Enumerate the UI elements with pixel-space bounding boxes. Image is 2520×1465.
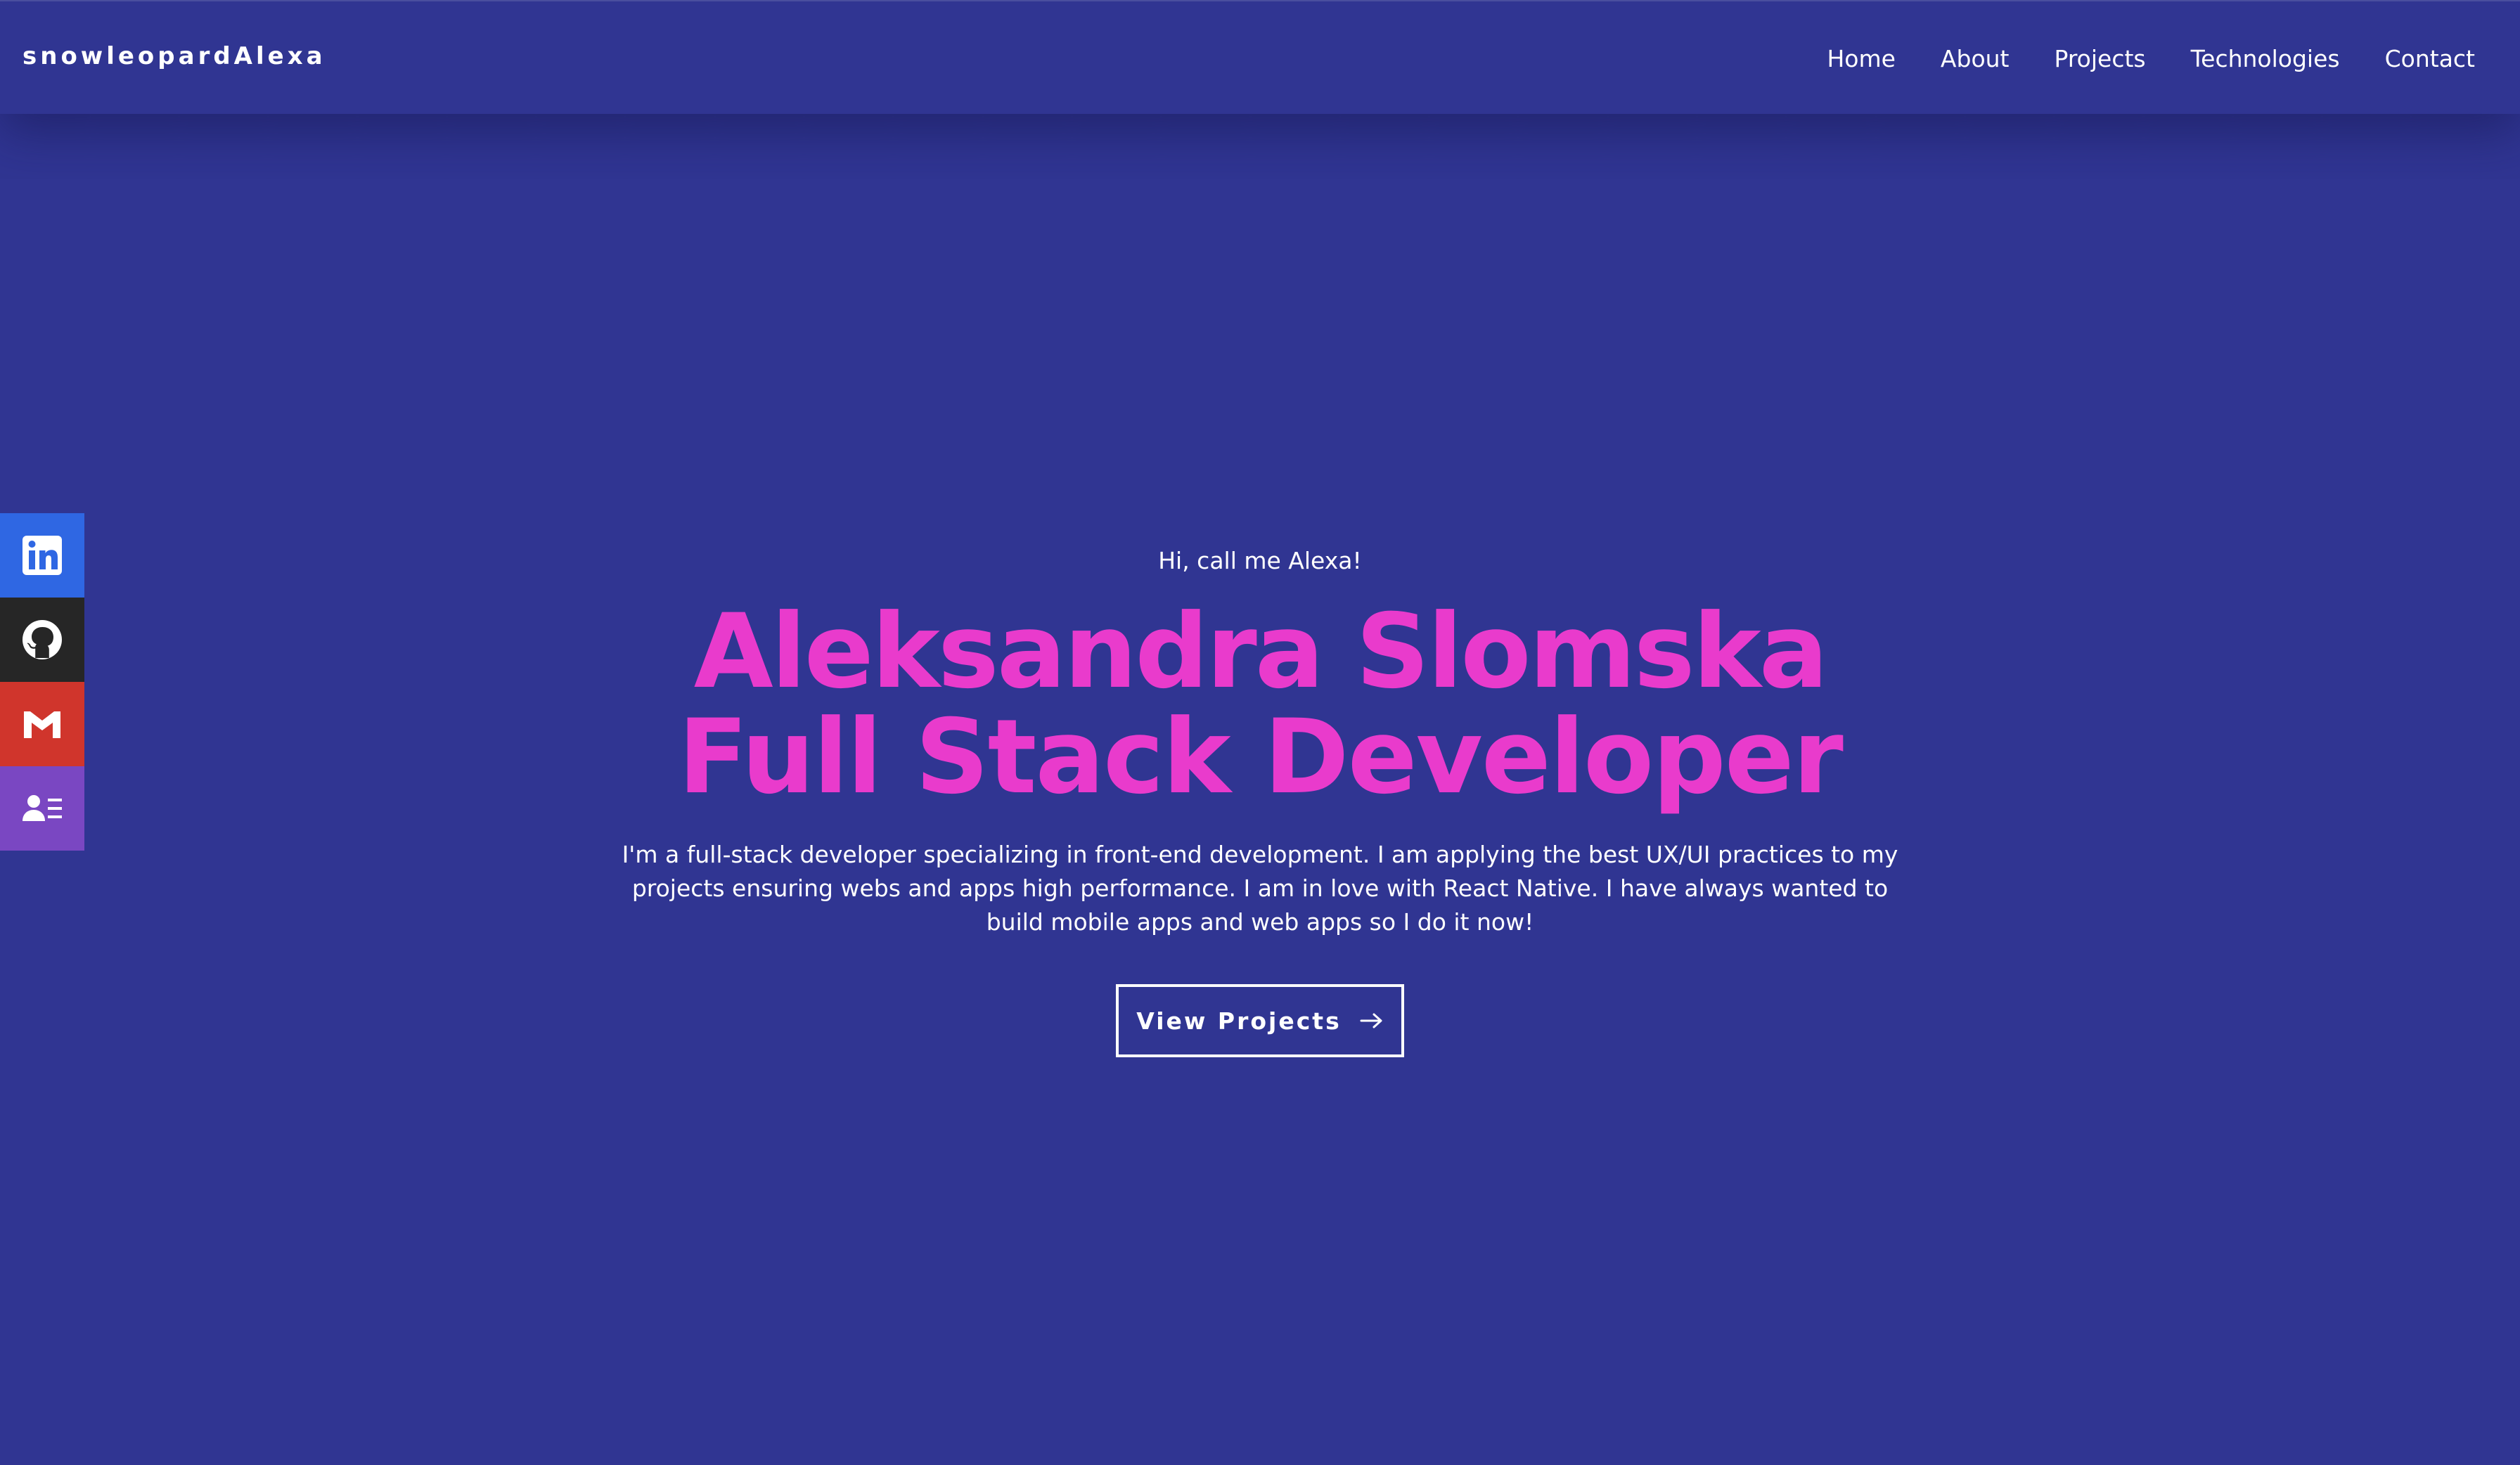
gmail-link[interactable] xyxy=(0,682,84,766)
resume-link[interactable] xyxy=(0,766,84,851)
page: snowleopardAlexa Home About Projects Tec… xyxy=(0,0,2520,1465)
nav-menu: Home About Projects Technologies Contact xyxy=(1827,42,2475,76)
linkedin-icon xyxy=(22,536,62,575)
nav-link-home[interactable]: Home xyxy=(1827,42,1895,76)
linkedin-link[interactable] xyxy=(0,513,84,598)
navbar: snowleopardAlexa Home About Projects Tec… xyxy=(0,0,2520,114)
nav-link-contact[interactable]: Contact xyxy=(2385,42,2475,76)
nav-link-about[interactable]: About xyxy=(1941,42,2010,76)
contact-card-icon xyxy=(22,795,62,821)
hero-role: Full Stack Developer xyxy=(678,697,1844,817)
hero-intro: I'm a full-stack developer specializing … xyxy=(622,841,1898,936)
arrow-right-icon xyxy=(1360,1013,1382,1028)
view-projects-label: View Projects xyxy=(1136,1007,1342,1035)
hero-section: Hi, call me Alexa! Aleksandra Slomska Fu… xyxy=(0,114,2520,1465)
nav-link-technologies[interactable]: Technologies xyxy=(2191,42,2340,76)
hero-greeting: Hi, call me Alexa! xyxy=(1158,547,1362,574)
view-projects-button[interactable]: View Projects xyxy=(1116,984,1404,1057)
brand-logo[interactable]: snowleopardAlexa xyxy=(22,42,326,70)
nav-link-projects[interactable]: Projects xyxy=(2055,42,2146,76)
github-icon xyxy=(22,620,62,659)
hero-name: Aleksandra Slomska xyxy=(693,592,1829,711)
social-sidebar xyxy=(0,513,84,851)
github-link[interactable] xyxy=(0,598,84,682)
gmail-icon xyxy=(24,711,60,738)
